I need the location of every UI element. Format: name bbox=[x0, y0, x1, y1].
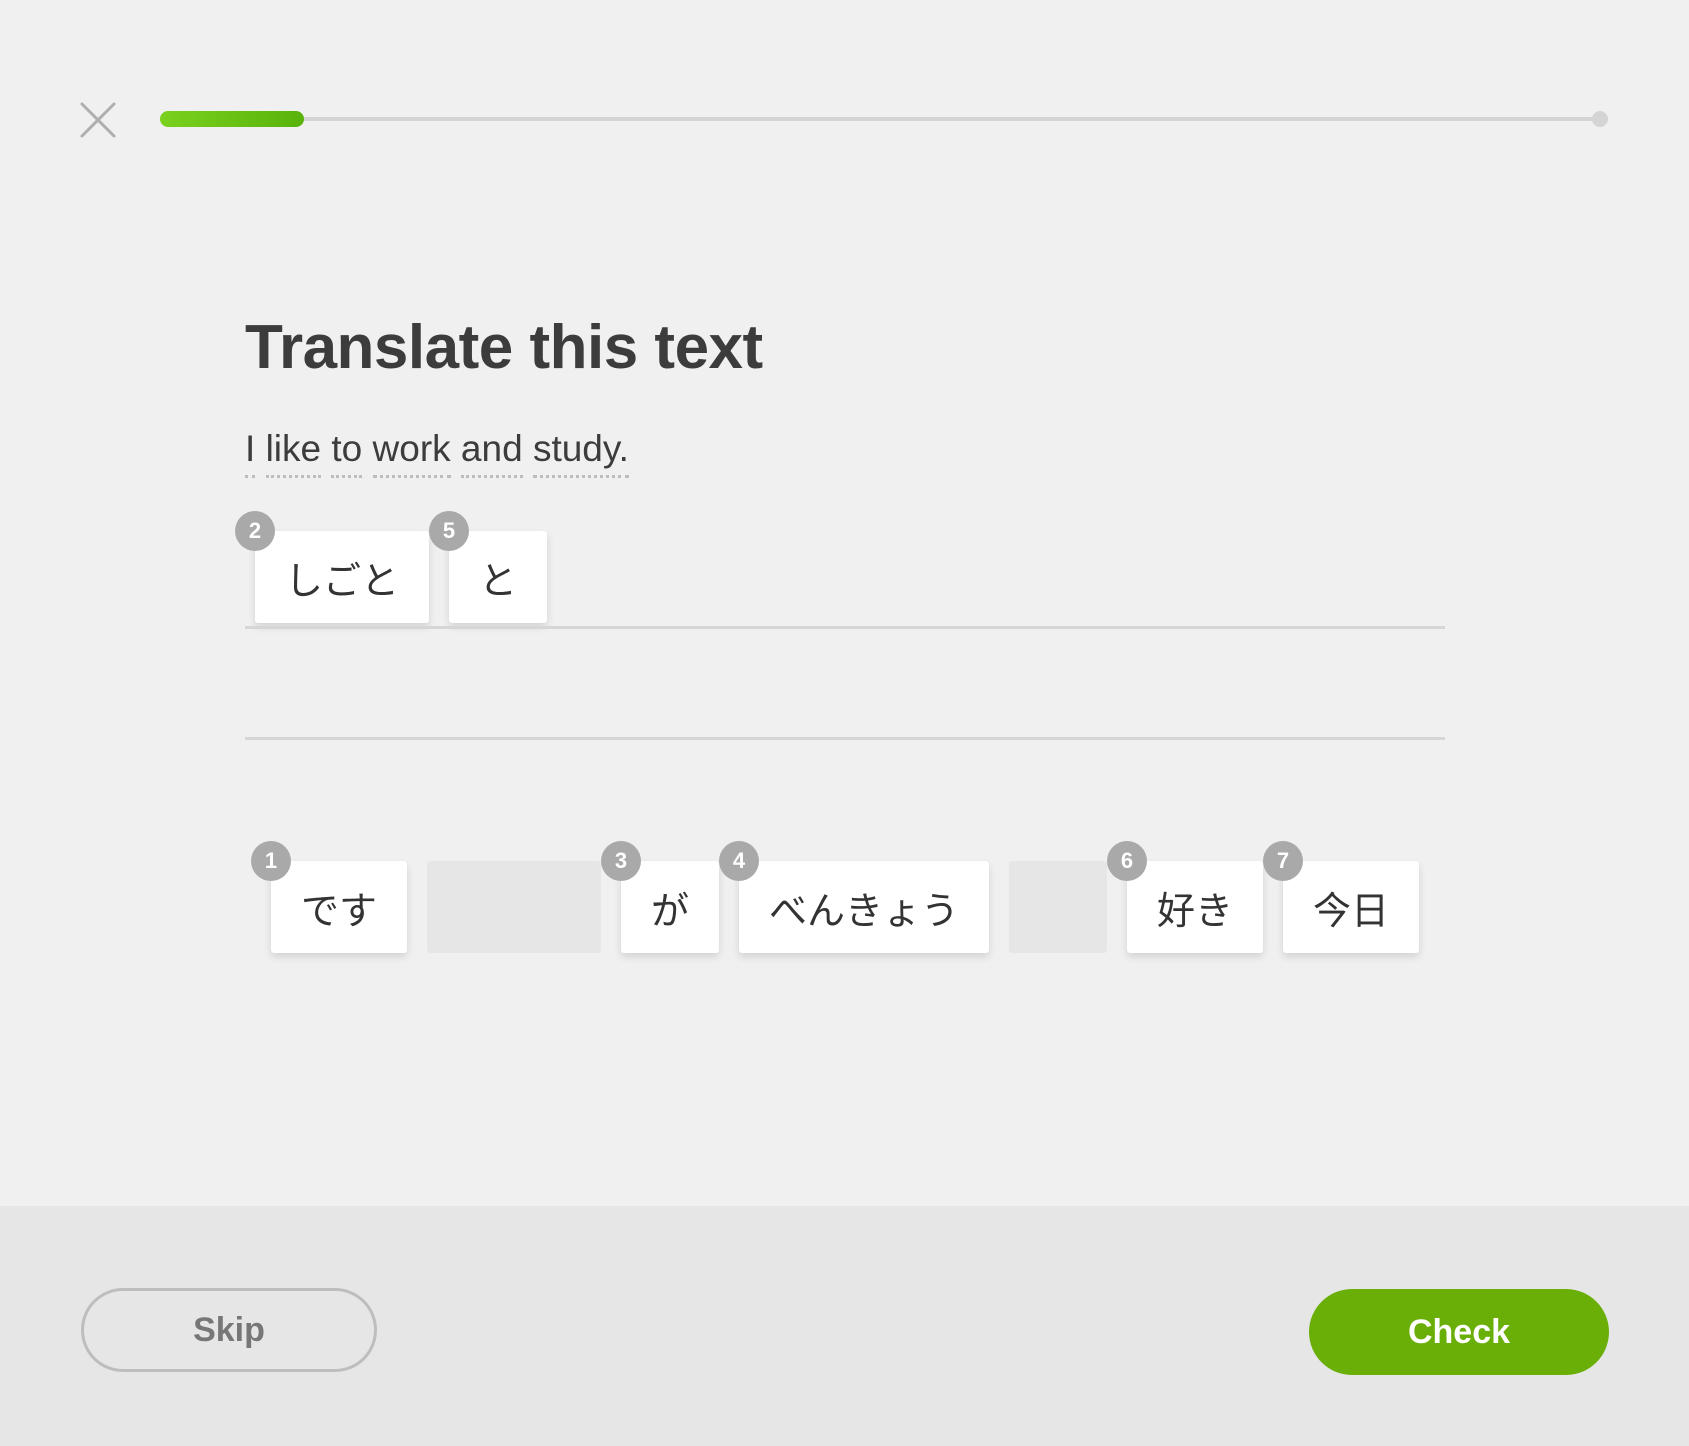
tile-label: です bbox=[300, 888, 377, 933]
tile-number-badge: 1 bbox=[251, 841, 291, 881]
tile-label: べんきょう bbox=[768, 888, 959, 933]
word-bank-tile[interactable]: 4 べんきょう bbox=[719, 841, 989, 953]
progress-bar bbox=[160, 111, 1608, 127]
page-title: Translate this text bbox=[245, 313, 763, 382]
tile-number-badge: 2 bbox=[235, 511, 275, 551]
word-bank-tile[interactable]: 1 です bbox=[251, 841, 407, 953]
word-bank-tile[interactable]: 3 が bbox=[601, 841, 719, 953]
answer-line-1 bbox=[245, 626, 1445, 629]
tile-label: しごと bbox=[284, 558, 399, 603]
close-button[interactable] bbox=[78, 100, 118, 140]
prompt-sentence: I like to work and study. bbox=[245, 428, 629, 478]
prompt-word[interactable]: work bbox=[372, 428, 451, 478]
tile-label: が bbox=[650, 888, 689, 933]
progress-end-marker bbox=[1592, 111, 1608, 127]
tile-number-badge: 4 bbox=[719, 841, 759, 881]
tile-label: と bbox=[478, 558, 517, 603]
progress-fill bbox=[160, 111, 305, 127]
close-icon bbox=[80, 102, 116, 138]
answer-line-2 bbox=[245, 737, 1445, 740]
word-bank-tile[interactable]: 6 好き bbox=[1107, 841, 1263, 953]
empty-tile-slot bbox=[427, 861, 601, 953]
prompt-word[interactable]: like bbox=[265, 428, 322, 478]
skip-button[interactable]: Skip bbox=[81, 1288, 377, 1372]
prompt-word[interactable]: I bbox=[245, 428, 256, 478]
answer-tile[interactable]: 5 と bbox=[429, 511, 547, 623]
empty-tile-slot bbox=[1009, 861, 1107, 953]
tile-number-badge: 5 bbox=[429, 511, 469, 551]
answer-tile[interactable]: 2 しごと bbox=[235, 511, 429, 623]
tile-label: 今日 bbox=[1312, 888, 1389, 933]
tile-number-badge: 6 bbox=[1107, 841, 1147, 881]
tile-number-badge: 3 bbox=[601, 841, 641, 881]
tile-number-badge: 7 bbox=[1263, 841, 1303, 881]
check-button[interactable]: Check bbox=[1309, 1289, 1609, 1375]
word-bank-tile[interactable]: 7 今日 bbox=[1263, 841, 1419, 953]
tile-label: 好き bbox=[1156, 888, 1233, 933]
prompt-word[interactable]: to bbox=[331, 428, 363, 478]
prompt-word[interactable]: study. bbox=[532, 428, 629, 478]
prompt-word[interactable]: and bbox=[460, 428, 523, 478]
